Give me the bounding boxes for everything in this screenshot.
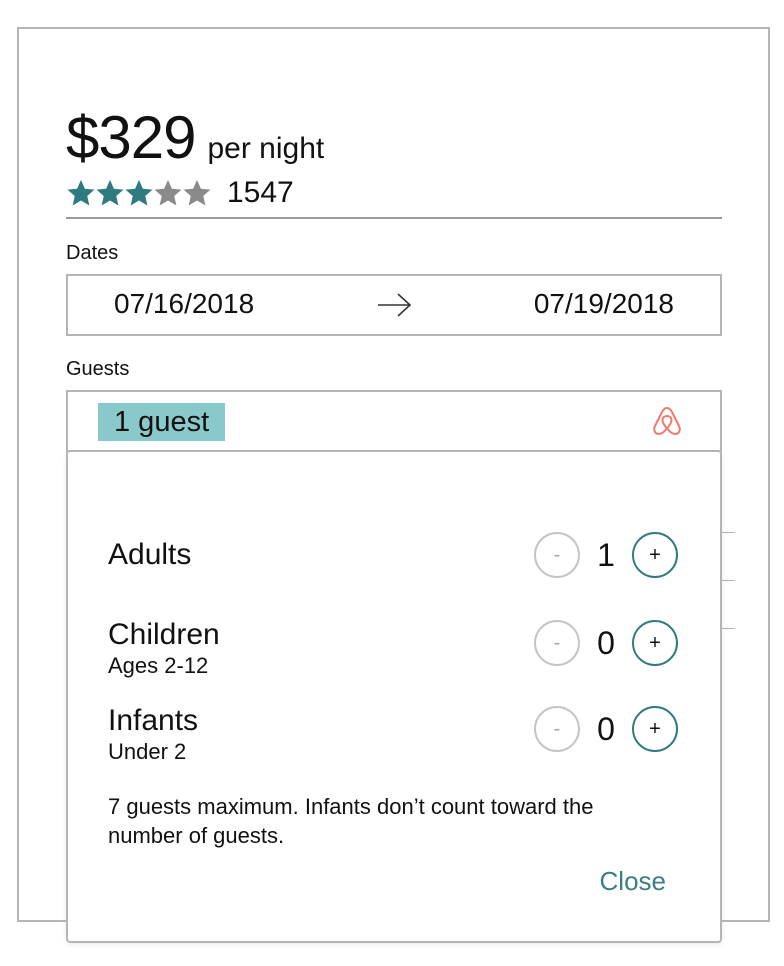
- dates-label: Dates: [66, 242, 119, 264]
- infants-decrement-button[interactable]: -: [534, 706, 580, 752]
- children-stepper: - 0 +: [534, 620, 678, 666]
- infants-count: 0: [597, 710, 615, 747]
- check-in-date[interactable]: 07/16/2018: [114, 288, 254, 320]
- adults-row: Adults - 1 +: [108, 532, 678, 592]
- infants-stepper: - 0 +: [534, 706, 678, 752]
- guest-picker-dropdown: Adults - 1 + Children Ages 2-12 - 0 + In…: [66, 450, 722, 943]
- rating-row: 1547: [66, 176, 294, 210]
- review-count: 1547: [227, 176, 294, 209]
- adults-decrement-button[interactable]: -: [534, 532, 580, 578]
- infants-increment-button[interactable]: +: [632, 706, 678, 752]
- children-count: 0: [597, 624, 615, 661]
- adults-increment-button[interactable]: +: [632, 532, 678, 578]
- adults-stepper: - 1 +: [534, 532, 678, 578]
- date-range-field[interactable]: 07/16/2018 07/19/2018: [66, 274, 722, 336]
- guest-limit-note: 7 guests maximum. Infants don’t count to…: [108, 794, 594, 849]
- guest-summary[interactable]: 1 guest: [98, 403, 226, 441]
- star-empty-icon: [183, 179, 211, 206]
- guests-label: Guests: [66, 358, 130, 380]
- close-button[interactable]: Close: [600, 866, 666, 897]
- star-rating: [66, 178, 211, 208]
- star-filled-icon: [67, 179, 95, 206]
- per-night-label: per night: [207, 132, 325, 165]
- children-increment-button[interactable]: +: [632, 620, 678, 666]
- star-filled-icon: [125, 179, 153, 206]
- children-decrement-button[interactable]: -: [534, 620, 580, 666]
- infants-row: Infants Under 2 - 0 +: [108, 704, 678, 768]
- guests-field[interactable]: 1 guest: [66, 390, 722, 452]
- price-row: $329 per night: [66, 108, 324, 168]
- check-out-date[interactable]: 07/19/2018: [534, 288, 674, 320]
- star-filled-icon: [96, 179, 124, 206]
- divider: [66, 217, 722, 219]
- arrow-right-icon: [378, 293, 412, 317]
- adults-count: 1: [597, 536, 615, 573]
- children-row: Children Ages 2-12 - 0 +: [108, 618, 678, 682]
- star-empty-icon: [154, 179, 182, 206]
- price: $329: [66, 104, 196, 171]
- airbnb-logo-icon: [653, 406, 681, 436]
